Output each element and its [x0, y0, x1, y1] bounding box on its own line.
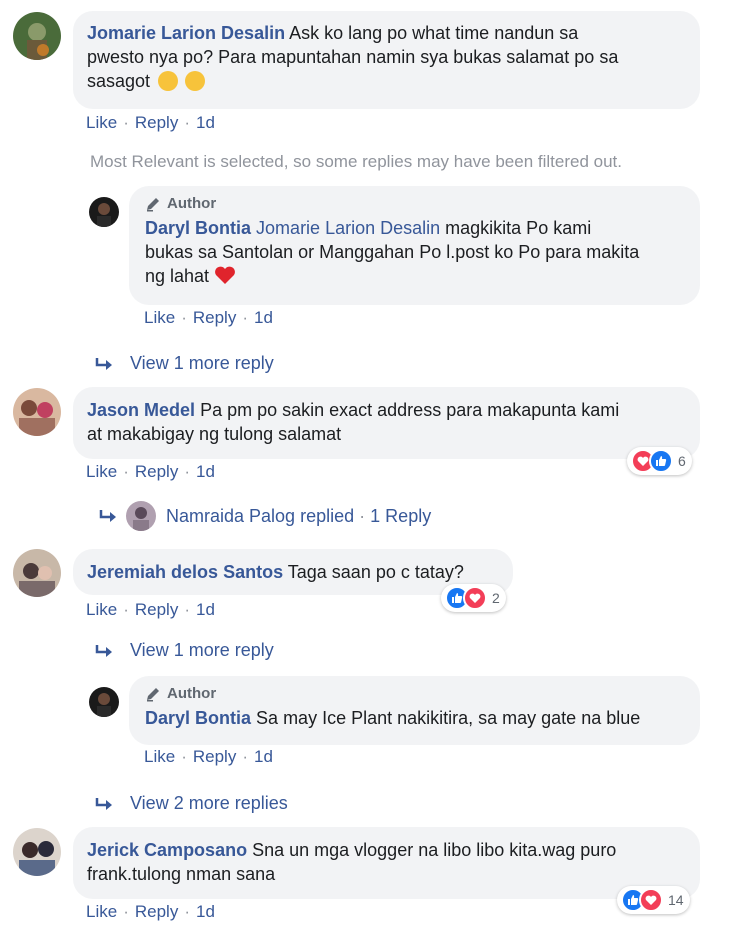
comment-text: magkikita Po kami — [445, 218, 592, 238]
timestamp[interactable]: 1d — [196, 902, 215, 921]
like-link[interactable]: Like — [86, 600, 117, 619]
avatar[interactable] — [89, 197, 119, 227]
smile-emoji-icon — [158, 71, 179, 91]
mention-link[interactable]: Jomarie Larion Desalin — [256, 218, 440, 238]
reaction-summary[interactable]: 2 — [441, 584, 506, 612]
love-reaction-icon — [639, 888, 663, 912]
reply-link[interactable]: Reply — [193, 747, 236, 766]
reply-link[interactable]: Reply — [135, 462, 178, 481]
comment-actions: Like · Reply · 1d — [86, 902, 215, 921]
like-link[interactable]: Like — [86, 902, 117, 921]
comment-bubble: Jerick Camposano Sna un mga vlogger na l… — [73, 827, 700, 899]
reaction-count: 14 — [668, 892, 684, 908]
comment-bubble: Jason Medel Pa pm po sakin exact address… — [73, 387, 700, 459]
pencil-icon — [147, 198, 159, 212]
view-more-replies[interactable]: View 1 more reply — [94, 353, 274, 374]
avatar[interactable] — [13, 828, 61, 876]
red-heart-icon — [215, 266, 235, 284]
commenter-name[interactable]: Daryl Bontia — [145, 218, 251, 238]
comment-text: at makabigay ng tulong salamat — [87, 424, 342, 444]
like-link[interactable]: Like — [144, 308, 175, 327]
reaction-summary[interactable]: 14 — [617, 886, 690, 914]
reply-arrow-icon — [99, 510, 116, 522]
comment-text: Sna un mga vlogger na libo libo kita.wag… — [252, 840, 617, 860]
replier-name: Namraida Palog — [166, 505, 296, 526]
timestamp[interactable]: 1d — [254, 747, 273, 766]
care-reaction-icon — [463, 586, 487, 610]
comment-actions: Like · Reply · 1d — [86, 113, 215, 132]
reply-count: 1 Reply — [370, 505, 432, 526]
avatar[interactable] — [13, 12, 61, 60]
reaction-count: 6 — [678, 453, 686, 469]
comment-actions: Like · Reply · 1d — [86, 600, 215, 619]
avatar[interactable] — [13, 388, 61, 436]
reply-actions: Like · Reply · 1d — [144, 308, 273, 327]
reply-arrow-icon — [95, 644, 112, 657]
wink-emoji-icon — [185, 71, 206, 91]
timestamp[interactable]: 1d — [254, 308, 273, 327]
commenter-name[interactable]: Daryl Bontia — [145, 708, 251, 728]
comment-text: Ask ko lang po what time nandun sa — [289, 23, 579, 43]
timestamp[interactable]: 1d — [196, 462, 215, 481]
commenter-name[interactable]: Jomarie Larion Desalin — [87, 23, 285, 43]
avatar — [126, 501, 156, 531]
comment-text: sasagot — [87, 71, 151, 91]
commenter-name[interactable]: Jerick Camposano — [87, 840, 247, 860]
comment-text: frank.tulong nman sana — [87, 864, 276, 884]
reply-link[interactable]: Reply — [135, 600, 178, 619]
comment-bubble: Jomarie Larion Desalin Ask ko lang po wh… — [73, 11, 700, 109]
commenter-name[interactable]: Jeremiah delos Santos — [87, 562, 283, 582]
like-link[interactable]: Like — [86, 462, 117, 481]
like-link[interactable]: Like — [144, 747, 175, 766]
comment-actions: Like · Reply · 1d — [86, 462, 215, 481]
pencil-icon — [147, 688, 159, 702]
reaction-summary[interactable]: 6 — [627, 447, 692, 475]
author-badge: Author — [145, 682, 684, 706]
reply-bubble: Author Daryl Bontia Sa may Ice Plant nak… — [129, 676, 700, 745]
comment-text: Taga saan po c tatay? — [287, 562, 464, 582]
replied-summary[interactable]: Namraida Palog replied · 1 Reply — [98, 501, 431, 531]
reply-link[interactable]: Reply — [135, 113, 178, 132]
comment-text: bukas sa Santolan or Manggahan Po l.post… — [145, 242, 640, 262]
filter-notice: Most Relevant is selected, so some repli… — [90, 152, 622, 171]
reply-arrow-icon — [95, 797, 112, 810]
separator: · — [359, 505, 366, 526]
reaction-count: 2 — [492, 590, 500, 606]
comment-text: pwesto nya po? Para mapuntahan namin sya… — [87, 47, 619, 67]
like-reaction-icon — [649, 449, 673, 473]
timestamp[interactable]: 1d — [196, 600, 215, 619]
comment-text: Sa may Ice Plant nakikitira, sa may gate… — [256, 708, 641, 728]
avatar[interactable] — [89, 687, 119, 717]
avatar[interactable] — [13, 549, 61, 597]
author-badge: Author — [145, 192, 684, 216]
reply-arrow-icon — [95, 357, 112, 370]
replied-label: replied — [300, 505, 355, 526]
commenter-name[interactable]: Jason Medel — [87, 400, 195, 420]
timestamp[interactable]: 1d — [196, 113, 215, 132]
like-link[interactable]: Like — [86, 113, 117, 132]
comment-text: ng lahat — [145, 266, 210, 286]
reply-link[interactable]: Reply — [135, 902, 178, 921]
view-more-replies[interactable]: View 1 more reply — [94, 640, 274, 661]
reply-actions: Like · Reply · 1d — [144, 747, 273, 766]
reply-link[interactable]: Reply — [193, 308, 236, 327]
reply-bubble: Author Daryl Bontia Jomarie Larion Desal… — [129, 186, 700, 305]
comment-text: Pa pm po sakin exact address para makapu… — [200, 400, 620, 420]
view-more-replies[interactable]: View 2 more replies — [94, 793, 288, 814]
